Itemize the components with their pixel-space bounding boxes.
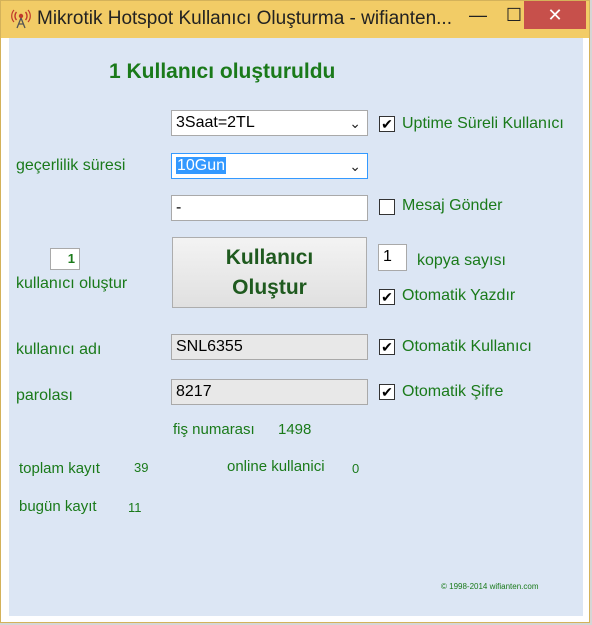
status-heading: 1 Kullanıcı oluşturuldu [109,60,336,83]
minimize-button[interactable]: — [461,1,495,29]
antenna-icon [11,9,31,29]
form-area: 1 Kullanıcı oluşturuldu 3Saat=2TL ⌄ ✔ Up… [9,38,583,616]
validity-label: geçerlilik süresi [16,157,126,174]
online-users-label: online kullanici [227,458,325,475]
user-count-input[interactable]: 1 [50,248,80,270]
create-button-line1: Kullanıcı [225,245,314,269]
window-title: Mikrotik Hotspot Kullanıcı Oluşturma - w… [37,8,452,29]
copyright-text: © 1998-2014 wifianten.com [441,582,539,591]
password-field[interactable]: 8217 [171,379,368,405]
receipt-value: 1498 [278,421,312,438]
copies-input[interactable]: 1 [378,244,407,271]
message-input[interactable]: - [171,195,368,221]
uptime-checkbox-label: Uptime Süreli Kullanıcı [402,115,564,132]
create-button-line2: Oluştur [232,275,307,299]
chevron-down-icon: ⌄ [349,158,361,174]
auto-pass-label: Otomatik Şifre [402,383,504,400]
uptime-checkbox[interactable]: ✔ [379,116,395,132]
profile-select[interactable]: 3Saat=2TL ⌄ [171,110,368,136]
user-count-label: kullanıcı oluştur [16,275,128,292]
total-records-label: toplam kayıt [19,460,100,477]
username-label: kullanıcı adı [16,341,102,358]
total-records-value: 39 [134,460,149,475]
title-bar[interactable]: Mikrotik Hotspot Kullanıcı Oluşturma - w… [1,1,589,38]
message-checkbox-label: Mesaj Gönder [402,197,503,214]
profile-select-value: 3Saat=2TL [176,114,255,131]
auto-print-checkbox[interactable]: ✔ [379,289,395,305]
username-field[interactable]: SNL6355 [171,334,368,360]
auto-pass-checkbox[interactable]: ✔ [379,384,395,400]
online-users-value: 0 [352,461,360,476]
close-button[interactable]: ✕ [524,1,586,29]
receipt-label: fiş numarası [173,421,255,438]
today-records-label: bugün kayıt [19,498,97,515]
password-label: parolası [16,387,73,404]
message-checkbox[interactable] [379,199,395,215]
auto-print-label: Otomatik Yazdır [402,287,516,304]
chevron-down-icon: ⌄ [349,115,361,131]
app-window: Mikrotik Hotspot Kullanıcı Oluşturma - w… [0,0,590,623]
auto-user-label: Otomatik Kullanıcı [402,338,532,355]
validity-select-value: 10Gun [176,157,227,174]
auto-user-checkbox[interactable]: ✔ [379,339,395,355]
create-users-button[interactable]: Kullanıcı Oluştur [172,237,367,308]
validity-select[interactable]: 10Gun ⌄ [171,153,368,179]
today-records-value: 11 [128,500,142,515]
copies-label: kopya sayısı [417,252,506,269]
